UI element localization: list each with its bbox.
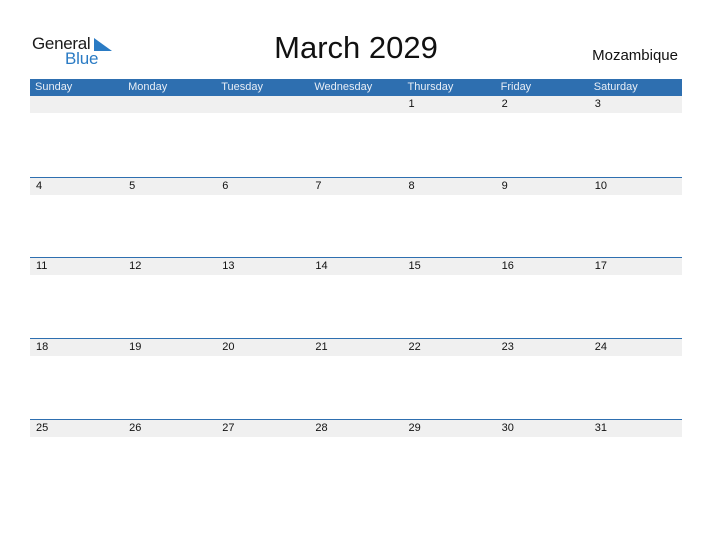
day-cell: 31	[594, 422, 607, 434]
date-strip: 4 5 6 7 8 9 10	[30, 178, 682, 195]
day-cell: 7	[315, 180, 322, 192]
day-cell	[216, 96, 309, 113]
date-strip: 11 12 13 14 15 16 17	[30, 258, 682, 275]
weekday-saturday: Saturday	[593, 81, 638, 93]
day-cell: 20	[222, 341, 235, 353]
day-cell: 27	[222, 422, 235, 434]
weekday-friday: Friday	[500, 81, 532, 93]
day-cell	[123, 96, 216, 113]
day-cell: 3	[594, 98, 601, 110]
week-row: 18 19 20 21 22 23 24	[30, 338, 682, 419]
day-cell	[309, 96, 402, 113]
day-cell: 12	[129, 260, 142, 272]
date-strip: 18 19 20 21 22 23 24	[30, 339, 682, 356]
day-cell: 17	[594, 260, 607, 272]
day-cell: 30	[501, 422, 514, 434]
day-cell: 14	[315, 260, 328, 272]
day-cell: 18	[36, 341, 49, 353]
day-cell: 16	[501, 260, 514, 272]
day-cell: 4	[36, 180, 43, 192]
day-cell: 1	[408, 98, 415, 110]
weekday-tuesday: Tuesday	[221, 81, 264, 93]
day-cell: 19	[129, 341, 142, 353]
day-cell: 21	[315, 341, 328, 353]
date-strip: 25 26 27 28 29 30 31	[30, 420, 682, 437]
day-cell: 2	[501, 98, 508, 110]
day-cell: 24	[594, 341, 607, 353]
day-cell: 9	[501, 180, 508, 192]
week-row: 25 26 27 28 29 30 31	[30, 419, 682, 500]
week-row: 4 5 6 7 8 9 10	[30, 177, 682, 258]
day-cell: 6	[222, 180, 229, 192]
day-cell: 15	[408, 260, 421, 272]
day-cell: 28	[315, 422, 328, 434]
weekday-wednesday: Wednesday	[314, 81, 373, 93]
day-cell: 11	[36, 260, 48, 272]
day-cell: 22	[408, 341, 421, 353]
day-cell	[30, 96, 123, 113]
day-cell: 29	[408, 422, 421, 434]
weekday-thursday: Thursday	[407, 81, 454, 93]
weekday-sunday: Sunday	[35, 81, 73, 93]
week-row: 11 12 13 14 15 16 17	[30, 257, 682, 338]
day-cell: 8	[408, 180, 415, 192]
day-cell: 5	[129, 180, 136, 192]
country-label: Mozambique	[592, 47, 678, 64]
day-cell: 25	[36, 422, 49, 434]
day-cell: 10	[594, 180, 607, 192]
week-row: 1 2 3	[30, 96, 682, 176]
weekday-monday: Monday	[128, 81, 168, 93]
day-cell: 26	[129, 422, 142, 434]
date-strip: 1 2 3	[30, 96, 682, 113]
day-cell: 13	[222, 260, 235, 272]
day-cell: 23	[501, 341, 514, 353]
weekday-header: Sunday Monday Tuesday Wednesday Thursday…	[30, 79, 682, 96]
